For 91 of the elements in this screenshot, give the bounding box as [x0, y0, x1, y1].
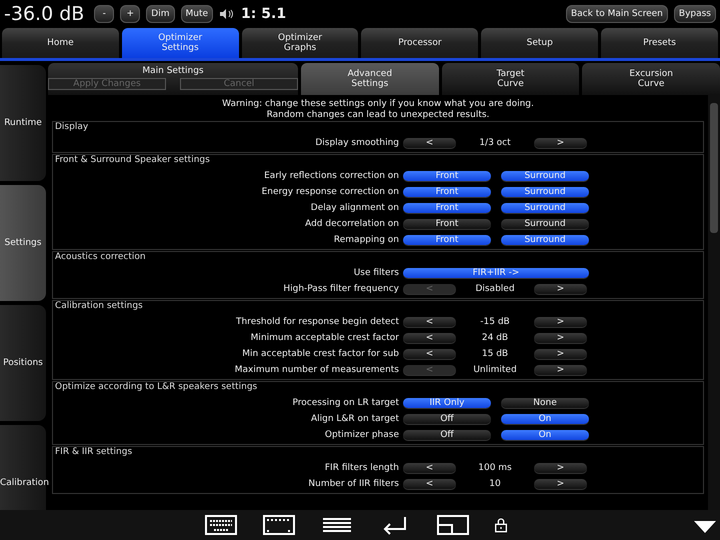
- group-title: Optimize according to L&R speakers settings: [54, 382, 258, 394]
- setting-label: Energy response correction on: [260, 187, 400, 197]
- previous-button[interactable]: <: [403, 317, 456, 327]
- previous-button[interactable]: <: [403, 333, 456, 343]
- setting-value: 100 ms: [477, 463, 513, 473]
- nav-button[interactable]: Bypass: [674, 5, 716, 23]
- setting-value: 24 dB: [480, 333, 510, 343]
- next-button[interactable]: >: [534, 463, 587, 473]
- screen-icon[interactable]: [261, 513, 297, 537]
- option-button[interactable]: IIR Only: [403, 398, 491, 408]
- option-button[interactable]: Front: [403, 187, 491, 197]
- setting-label: Min acceptable crest factor for sub: [241, 349, 400, 359]
- setting-label: Early reflections correction on: [263, 171, 400, 181]
- setting-label: Number of IIR filters: [307, 479, 400, 489]
- setting-label: Align L&R on target: [310, 414, 400, 424]
- previous-button[interactable]: <: [403, 479, 456, 489]
- control-button[interactable]: Mute: [180, 5, 214, 23]
- option-button[interactable]: Front: [403, 219, 491, 229]
- volume-readout: -36.0 dB: [4, 3, 84, 25]
- option-button[interactable]: Surround: [501, 171, 589, 181]
- setting-value: 1/3 oct: [478, 138, 512, 148]
- side-tab[interactable]: Runtime: [0, 65, 46, 181]
- window-resize-icon[interactable]: [435, 513, 471, 537]
- previous-button[interactable]: <: [403, 349, 456, 359]
- channel-format: 1: 5.1: [241, 6, 286, 22]
- next-button[interactable]: >: [534, 333, 587, 343]
- speaker-icon: [219, 9, 236, 19]
- option-button[interactable]: Surround: [501, 203, 589, 213]
- sub-tab[interactable]: Target Curve: [442, 63, 580, 95]
- option-button[interactable]: Front: [403, 203, 491, 213]
- previous-button[interactable]: <: [403, 463, 456, 473]
- setting-label: Add decorrelation on: [304, 219, 400, 229]
- setting-label: Use filters: [352, 268, 400, 278]
- next-button[interactable]: >: [534, 479, 587, 489]
- setting-label: High-Pass filter frequency: [282, 284, 400, 294]
- next-button[interactable]: >: [534, 365, 587, 375]
- option-button[interactable]: Front: [403, 235, 491, 245]
- previous-button[interactable]: <: [403, 138, 456, 148]
- setting-label: Optimizer phase: [324, 430, 400, 440]
- sub-tab[interactable]: Advanced Settings: [301, 63, 439, 95]
- warning-text: Warning: change these settings only if you know what you are doing.: [221, 99, 535, 109]
- next-button[interactable]: >: [534, 138, 587, 148]
- setting-label: FIR filters length: [324, 463, 400, 473]
- setting-label: Minimum acceptable crest factor: [250, 333, 400, 343]
- sub-tab[interactable]: Excursion Curve: [582, 63, 720, 95]
- control-button[interactable]: Dim: [146, 5, 174, 23]
- side-tab[interactable]: Calibration: [0, 425, 46, 510]
- side-tab[interactable]: Settings: [0, 185, 46, 301]
- main-tab[interactable]: Processor: [361, 28, 478, 58]
- group-title: Front & Surround Speaker settings: [54, 155, 211, 167]
- setting-label: Threshold for response begin detect: [234, 317, 400, 327]
- option-button[interactable]: Surround: [501, 187, 589, 197]
- main-tab[interactable]: Home: [2, 28, 119, 58]
- main-tab[interactable]: Setup: [481, 28, 598, 58]
- dropdown-triangle-icon[interactable]: [694, 521, 716, 533]
- next-button[interactable]: >: [534, 349, 587, 359]
- option-button[interactable]: On: [501, 430, 589, 440]
- group-title: FIR & IIR settings: [54, 447, 134, 459]
- setting-label: Processing on LR target: [292, 398, 400, 408]
- setting-label: Maximum number of measurements: [234, 365, 400, 375]
- option-button[interactable]: Surround: [501, 235, 589, 245]
- setting-value: Unlimited: [472, 365, 518, 375]
- option-button[interactable]: Off: [403, 414, 491, 424]
- setting-value: 15 dB: [480, 349, 510, 359]
- control-button[interactable]: -: [94, 5, 114, 23]
- main-tab[interactable]: Optimizer Graphs: [242, 28, 358, 58]
- group-title: Display: [54, 122, 90, 134]
- sub-tab-title[interactable]: Main Settings: [142, 66, 204, 76]
- setting-label: Remapping on: [332, 235, 400, 245]
- setting-value: 10: [488, 479, 502, 489]
- setting-value: -15 dB: [479, 317, 511, 327]
- warning-text: Random changes can lead to unexpected results.: [266, 110, 490, 120]
- option-button[interactable]: On: [501, 414, 589, 424]
- group-title: Acoustics correction: [54, 252, 147, 264]
- main-tab[interactable]: Optimizer Settings: [122, 28, 239, 58]
- filter-button[interactable]: FIR+IIR ->: [403, 268, 589, 278]
- keyboard-icon[interactable]: [203, 513, 239, 537]
- nav-button[interactable]: Back to Main Screen: [566, 5, 668, 23]
- main-tab[interactable]: Presets: [601, 28, 718, 58]
- setting-label: Display smoothing: [314, 138, 400, 148]
- option-button[interactable]: Off: [403, 430, 491, 440]
- control-button[interactable]: +: [120, 5, 140, 23]
- group-title: Calibration settings: [54, 301, 144, 313]
- side-tab[interactable]: Positions: [0, 305, 46, 421]
- next-button[interactable]: >: [534, 284, 587, 294]
- option-button[interactable]: Surround: [501, 219, 589, 229]
- setting-label: Delay alignment on: [310, 203, 400, 213]
- option-button[interactable]: Front: [403, 171, 491, 181]
- option-button[interactable]: None: [501, 398, 589, 408]
- next-button[interactable]: >: [534, 317, 587, 327]
- setting-value: Disabled: [474, 284, 516, 294]
